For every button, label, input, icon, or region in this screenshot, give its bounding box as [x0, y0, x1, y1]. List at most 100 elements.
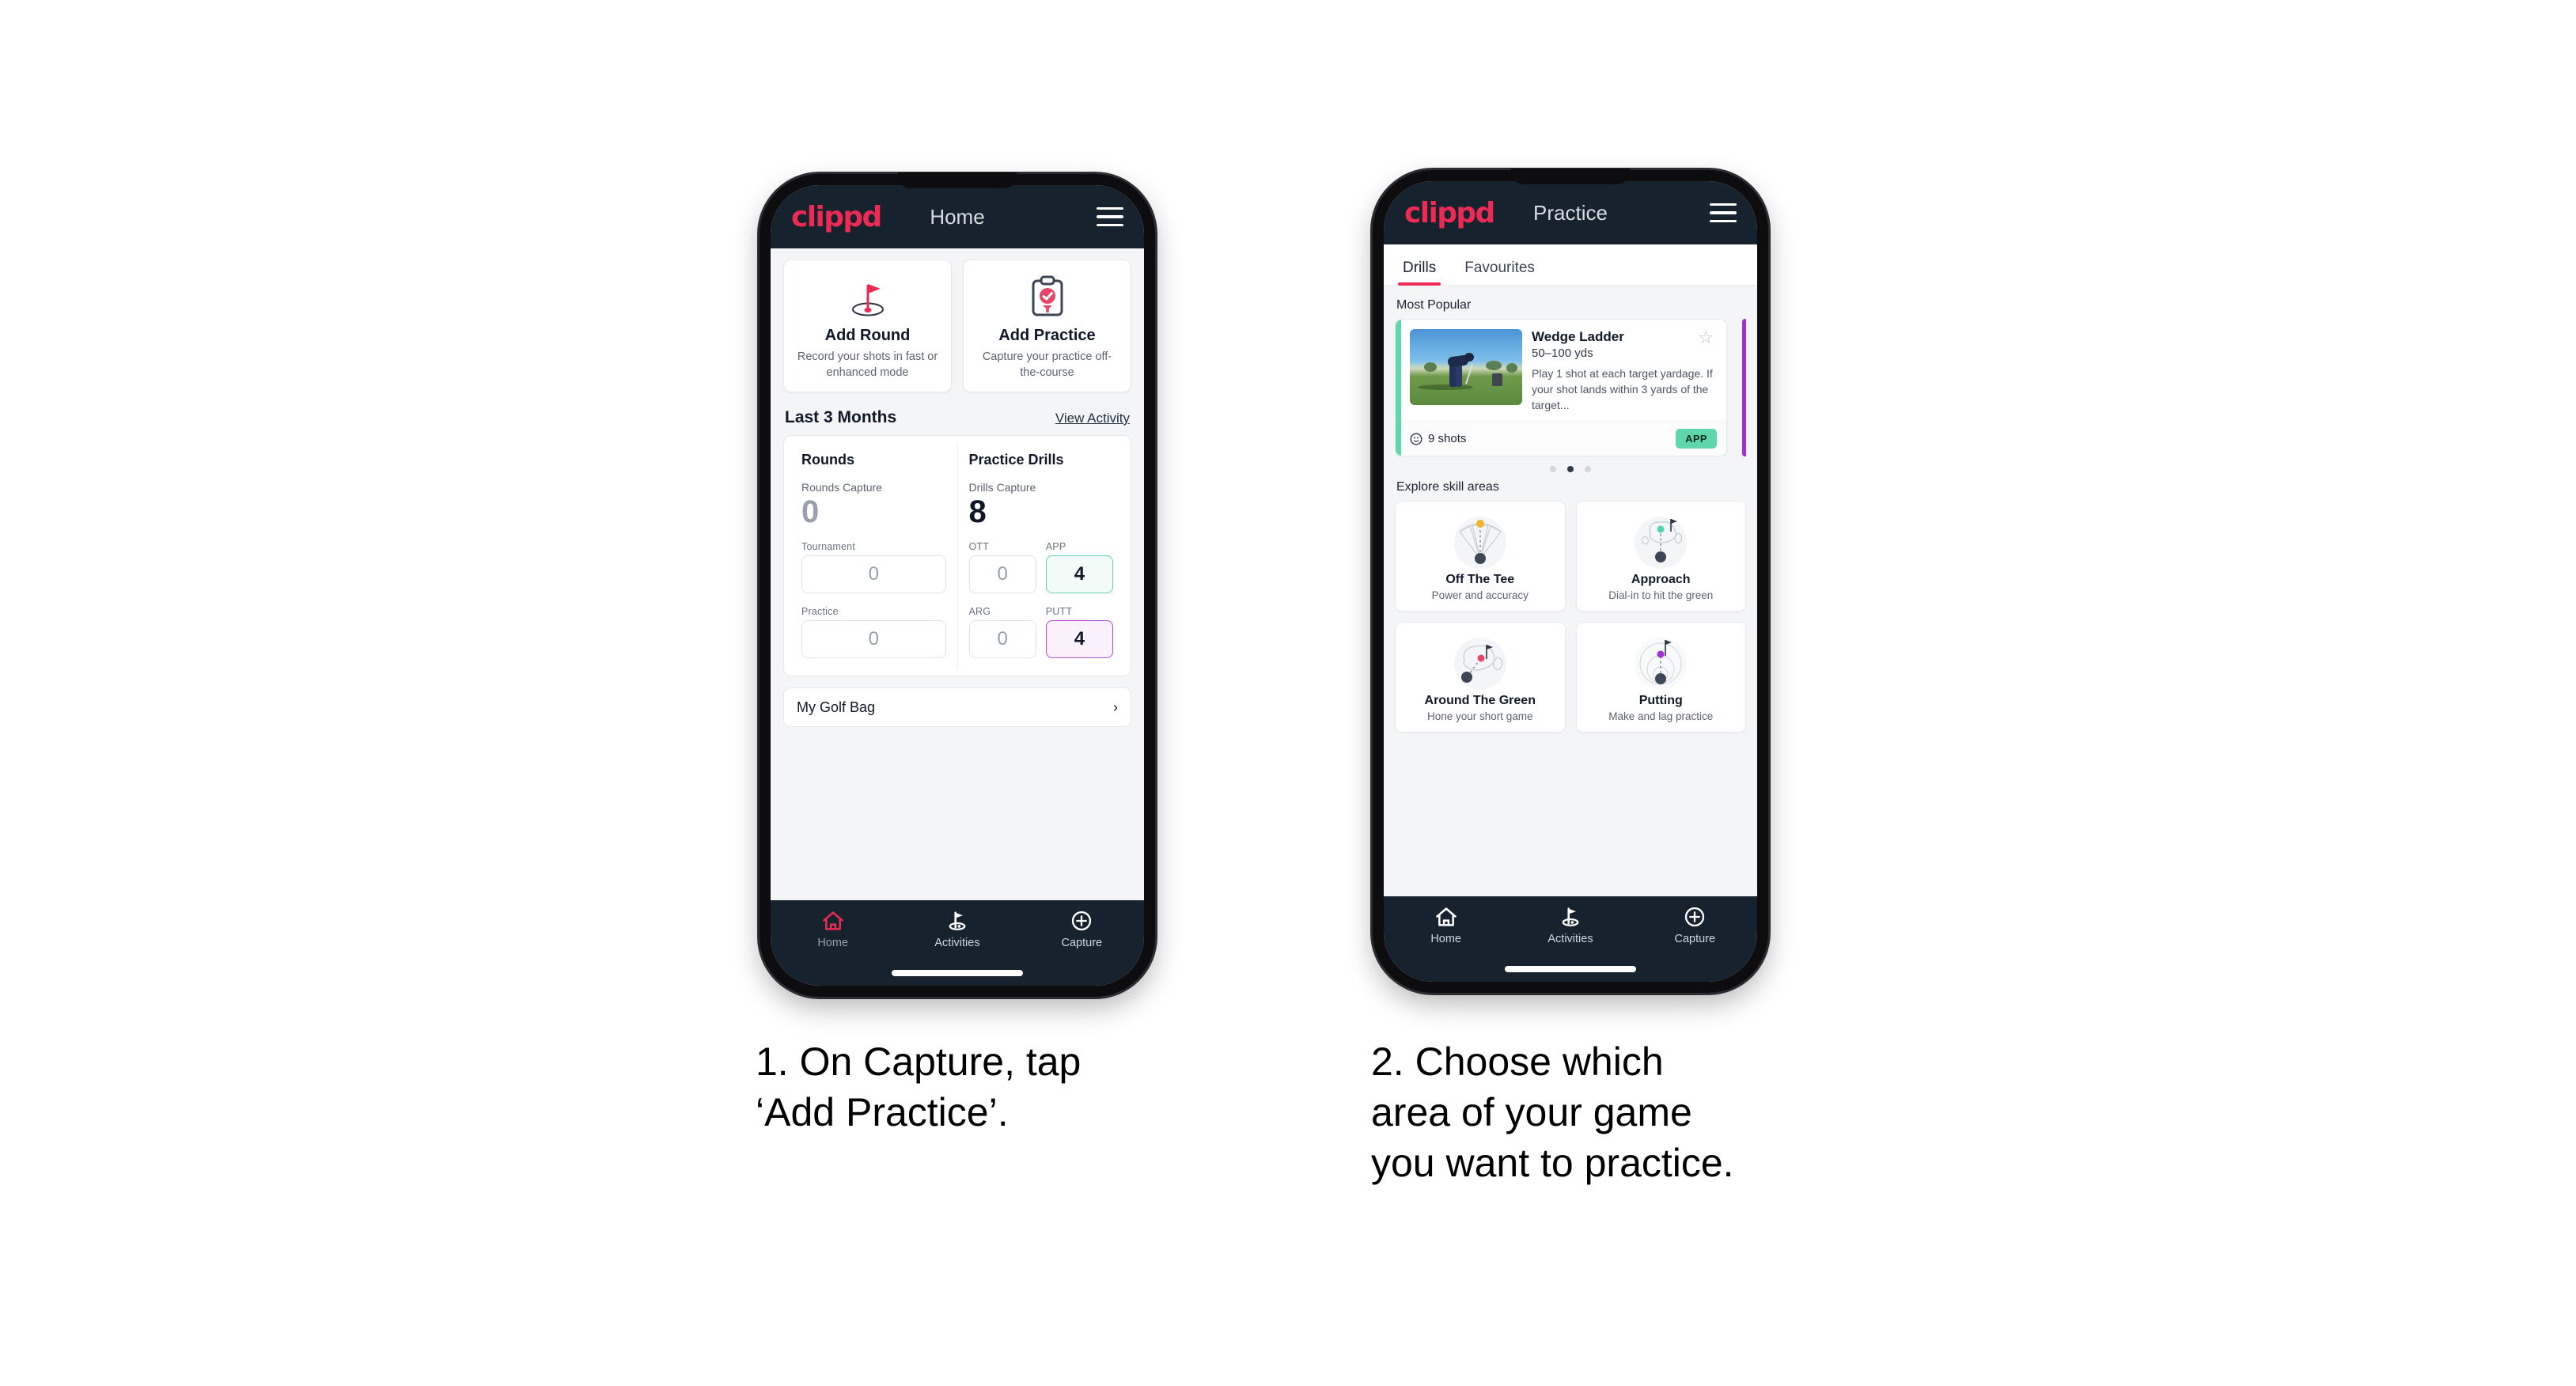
drill-thumbnail [1410, 329, 1522, 405]
quick-actions-row: Add Round Record your shots in fast or e… [783, 259, 1131, 392]
stats-card: Rounds Rounds Capture 0 Tournament 0 Pra… [783, 435, 1131, 676]
nav-label-capture: Capture [1061, 937, 1103, 949]
add-round-title: Add Round [824, 327, 911, 344]
drill-category-badge: APP [1676, 429, 1717, 449]
practice-metric: Practice 0 [801, 606, 946, 658]
nav-item-activities[interactable]: Activities [895, 910, 1019, 949]
drill-card-top: Wedge Ladder 50–100 yds ☆ Play 1 shot at… [1396, 320, 1726, 422]
drill-card[interactable]: Wedge Ladder 50–100 yds ☆ Play 1 shot at… [1395, 319, 1727, 456]
practice-label: Practice [801, 606, 839, 617]
phone-screen-practice: clippd Practice Drills Favourites Most P… [1384, 181, 1757, 982]
hamburger-icon[interactable] [1097, 206, 1123, 227]
rounds-capture-value: 0 [801, 494, 820, 529]
phone-notch [898, 172, 1017, 188]
tournament-label: Tournament [801, 541, 856, 552]
clippd-logo[interactable]: clippd [1404, 197, 1495, 229]
skill-name: Off The Tee [1445, 572, 1515, 586]
golf-flag-icon [949, 911, 966, 931]
golf-flag-icon [1562, 907, 1579, 927]
plus-circle-icon [1685, 907, 1705, 927]
caption-step-1: 1. On Capture, tap ‘Add Practice’. [756, 1040, 1082, 1134]
nav-item-activities[interactable]: Activities [1508, 906, 1632, 945]
putting-icon [1582, 631, 1741, 692]
phone-screen-home: clippd Home Add Round Record your shots … [771, 185, 1144, 986]
carousel-dot-1[interactable] [1550, 465, 1556, 472]
drill-title: Wedge Ladder [1532, 329, 1624, 344]
home-icon [822, 911, 843, 930]
practice-drills-column: Practice Drills Drills Capture 8 OTT 0 A… [958, 442, 1125, 669]
star-outline-icon[interactable]: ☆ [1698, 329, 1714, 346]
skill-card-off-the-tee[interactable]: Off The Tee Power and accuracy [1395, 500, 1566, 612]
nav-item-home[interactable]: Home [1384, 906, 1508, 945]
clipboard-check-icon [970, 273, 1124, 322]
view-activity-link[interactable]: View Activity [1055, 411, 1130, 426]
home-content: Add Round Record your shots in fast or e… [771, 248, 1144, 900]
app-label: APP [1045, 541, 1066, 552]
tournament-value[interactable]: 0 [801, 555, 946, 593]
drills-metric-row-1: OTT 0 APP 4 [968, 541, 1113, 593]
carousel-dot-3[interactable] [1585, 465, 1591, 472]
arg-label: ARG [968, 606, 991, 617]
nav-item-home[interactable]: Home [771, 910, 895, 949]
tab-favourites[interactable]: Favourites [1460, 259, 1540, 285]
bottom-nav-practice: Home Activities Capture [1384, 896, 1757, 982]
drill-description: Play 1 shot at each target yardage. If y… [1532, 367, 1713, 411]
off-the-tee-icon [1400, 509, 1560, 571]
around-the-green-icon [1400, 631, 1560, 692]
ott-label: OTT [968, 541, 990, 552]
plus-circle-icon [1072, 911, 1092, 931]
home-indicator [1505, 966, 1636, 972]
add-round-card[interactable]: Add Round Record your shots in fast or e… [783, 259, 952, 392]
add-practice-subtitle: Capture your practice off-the-course [982, 350, 1112, 379]
nav-label-activities: Activities [934, 937, 980, 949]
rounds-capture-label: Rounds Capture [801, 481, 882, 494]
carousel-dot-2[interactable] [1567, 465, 1574, 472]
skill-sub: Power and accuracy [1431, 589, 1529, 601]
nav-label-capture: Capture [1674, 933, 1716, 945]
approach-icon [1582, 509, 1741, 571]
rounds-column: Rounds Rounds Capture 0 Tournament 0 Pra… [790, 442, 958, 669]
hamburger-icon[interactable] [1710, 203, 1737, 223]
drill-meta: Wedge Ladder 50–100 yds ☆ Play 1 shot at… [1532, 329, 1717, 414]
chevron-right-icon: › [1113, 699, 1118, 715]
home-indicator [892, 970, 1023, 976]
add-practice-title: Add Practice [998, 327, 1096, 344]
drill-shots: 9 shots [1410, 432, 1466, 445]
clippd-logo[interactable]: clippd [791, 201, 882, 233]
skill-sub: Make and lag practice [1608, 710, 1714, 722]
skill-areas-grid: Off The Tee Power and accuracy Approach … [1395, 500, 1746, 733]
app-value[interactable]: 4 [1045, 555, 1113, 593]
skill-name: Approach [1631, 572, 1691, 586]
drill-card-footer: 9 shots APP [1396, 421, 1726, 456]
putt-label: PUTT [1045, 606, 1073, 617]
app-bar-practice: clippd Practice [1384, 181, 1757, 244]
phone-notch [1511, 169, 1630, 184]
tab-drills[interactable]: Drills [1398, 259, 1441, 286]
explore-skill-areas-heading: Explore skill areas [1396, 479, 1499, 494]
my-golf-bag-label: My Golf Bag [797, 699, 876, 715]
skill-card-putting[interactable]: Putting Make and lag practice [1575, 621, 1746, 733]
carousel-dots[interactable] [1395, 465, 1746, 472]
skill-name: Around The Green [1424, 693, 1536, 707]
page-root: clippd Home Add Round Record your shots … [0, 0, 2576, 1386]
arg-value[interactable]: 0 [968, 620, 1036, 658]
next-drill-peek[interactable] [1742, 319, 1746, 456]
add-round-subtitle: Record your shots in fast or enhanced mo… [797, 350, 938, 379]
nav-label-activities: Activities [1547, 933, 1593, 945]
rounds-heading: Rounds [801, 452, 854, 468]
nav-item-capture[interactable]: Capture [1020, 910, 1144, 949]
my-golf-bag-row[interactable]: My Golf Bag › [783, 687, 1131, 727]
skill-name: Putting [1638, 693, 1683, 707]
nav-item-capture[interactable]: Capture [1633, 906, 1757, 945]
drills-heading: Practice Drills [968, 452, 1064, 468]
practice-value[interactable]: 0 [801, 620, 946, 658]
target-icon [1410, 433, 1422, 445]
add-practice-card[interactable]: Add Practice Capture your practice off-t… [963, 259, 1131, 392]
drills-capture-label: Drills Capture [968, 481, 1036, 494]
most-popular-heading: Most Popular [1396, 298, 1472, 312]
drill-carousel[interactable]: Wedge Ladder 50–100 yds ☆ Play 1 shot at… [1395, 319, 1746, 456]
skill-card-approach[interactable]: Approach Dial-in to hit the green [1575, 500, 1746, 612]
skill-card-around-the-green[interactable]: Around The Green Hone your short game [1395, 621, 1566, 733]
putt-value[interactable]: 4 [1045, 620, 1113, 658]
ott-value[interactable]: 0 [968, 555, 1036, 593]
